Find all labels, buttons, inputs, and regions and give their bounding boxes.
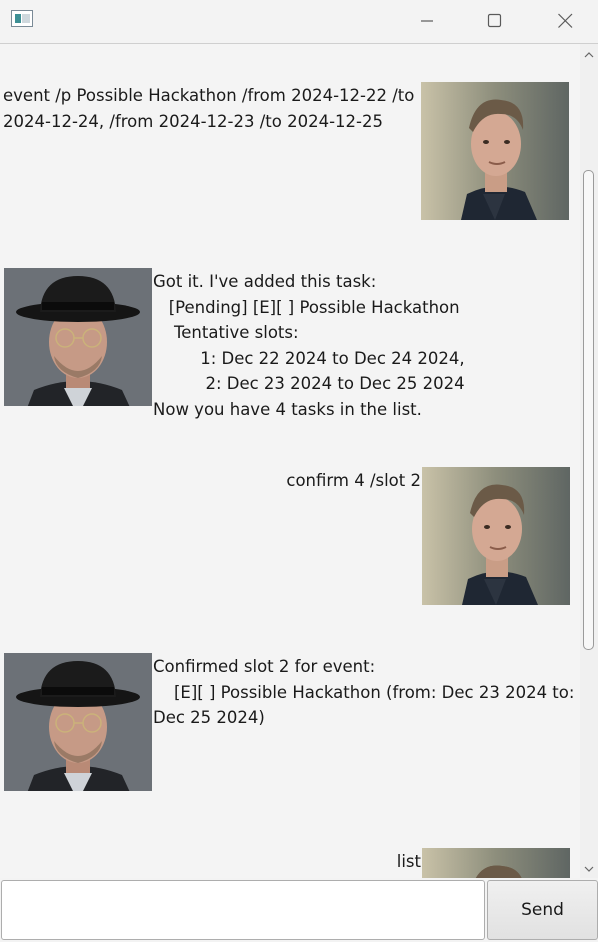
message-line: 1: Dec 22 2024 to Dec 24 2024, — [153, 348, 465, 368]
scroll-up-arrow-icon[interactable] — [584, 50, 594, 60]
user-avatar — [422, 848, 570, 878]
user-message-text: event /p Possible Hackathon /from 2024-1… — [3, 83, 414, 134]
dialog-container: event /p Possible Hackathon /from 2024-1… — [0, 44, 580, 878]
message-line: Now you have 4 tasks in the list. — [153, 399, 422, 419]
user-message-text: confirm 4 /slot 2 — [230, 468, 421, 494]
close-button[interactable] — [542, 0, 588, 42]
message-line: list — [396, 852, 421, 871]
title-bar — [0, 0, 598, 42]
message-line: [E][ ] Possible Hackathon (from: Dec 23 … — [153, 682, 575, 702]
user-message-text: list — [330, 849, 421, 875]
bot-avatar — [4, 653, 152, 791]
message-line: [Pending] [E][ ] Possible Hackathon — [153, 297, 460, 317]
user-avatar — [422, 467, 570, 605]
message-line: 2: Dec 23 2024 to Dec 25 2024 — [153, 374, 465, 393]
input-bar: Send — [0, 878, 598, 942]
user-avatar-young-man — [422, 848, 570, 878]
bot-avatar — [4, 268, 152, 406]
dialog-scroll-pane[interactable]: event /p Possible Hackathon /from 2024-1… — [0, 44, 580, 878]
close-icon — [558, 13, 573, 28]
bot-message-text: Got it. I've added this task: [Pending] … — [153, 269, 465, 422]
message-line: confirm 4 /slot 2 — [286, 471, 421, 490]
minimize-button[interactable] — [404, 0, 450, 42]
scroll-down-arrow-icon[interactable] — [584, 864, 594, 874]
message-line: Dec 25 2024) — [153, 708, 265, 727]
maximize-button[interactable] — [471, 0, 517, 42]
bot-message-text: Confirmed slot 2 for event: [E][ ] Possi… — [153, 654, 574, 731]
app-window-icon — [11, 10, 33, 27]
minimize-icon — [421, 20, 433, 22]
message-line: Got it. I've added this task: — [153, 272, 377, 291]
message-line: Tentative slots: — [153, 323, 299, 342]
scrollbar-thumb[interactable] — [583, 170, 594, 650]
send-button[interactable]: Send — [487, 880, 598, 940]
vertical-scrollbar[interactable] — [580, 44, 598, 878]
user-avatar-young-man — [421, 82, 569, 220]
message-line: event /p Possible Hackathon /from 2024-1… — [3, 86, 415, 105]
user-input-field[interactable] — [1, 880, 485, 940]
bot-avatar-man-in-hat — [4, 653, 152, 791]
message-line: 2024-12-24, /from 2024-12-23 /to 2024-12… — [3, 111, 383, 131]
chat-window: event /p Possible Hackathon /from 2024-1… — [0, 0, 598, 942]
bot-avatar-man-in-hat — [4, 268, 152, 406]
user-avatar-young-man — [422, 467, 570, 605]
user-avatar — [421, 82, 569, 220]
message-line: Confirmed slot 2 for event: — [153, 657, 376, 676]
maximize-icon — [487, 13, 502, 28]
